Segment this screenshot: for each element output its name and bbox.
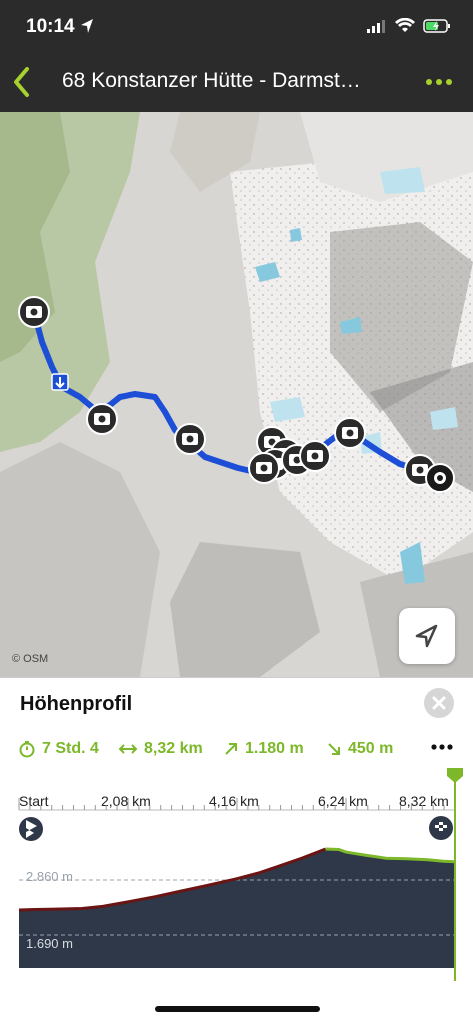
- waypoint-markers: [18, 296, 455, 493]
- home-indicator: [155, 1006, 320, 1012]
- camera-marker-9[interactable]: [299, 440, 331, 472]
- page-title: 68 Konstanzer Hütte - Darmst…: [62, 69, 361, 92]
- ascent-stat: 1.180 m: [223, 740, 304, 758]
- distance-arrows-icon: [118, 744, 138, 754]
- camera-marker-10[interactable]: [334, 417, 366, 449]
- position-cursor-handle[interactable]: [447, 768, 463, 783]
- elevation-panel: Höhenprofil 7 Std. 4 8,32 km 1.180 m 450…: [0, 677, 473, 1024]
- panel-title: Höhenprofil: [20, 693, 133, 715]
- descent-stat: 450 m: [326, 740, 393, 758]
- more-options-icon[interactable]: [423, 70, 455, 94]
- status-time: 10:14: [26, 16, 75, 37]
- map-view[interactable]: © OSM: [0, 112, 473, 677]
- ascent-arrow-icon: [225, 743, 237, 755]
- duration-stat: 7 Std. 4: [18, 740, 99, 758]
- elevation-high-label: 2.860 m: [26, 869, 73, 884]
- back-chevron-icon[interactable]: [8, 64, 38, 100]
- distance-stat: 8,32 km: [118, 740, 203, 758]
- stopwatch-icon: [19, 741, 35, 758]
- ascent-value: 1.180 m: [245, 740, 304, 757]
- tour-stats: 7 Std. 4 8,32 km 1.180 m 450 m: [18, 740, 458, 762]
- duration-value: 7 Std. 4: [42, 740, 99, 757]
- status-bar: 10:14: [0, 0, 473, 52]
- location-arrow-icon: [80, 18, 94, 39]
- route-end-marker[interactable]: [425, 463, 455, 493]
- descent-arrow-icon: [328, 743, 340, 755]
- camera-marker-1[interactable]: [18, 296, 50, 328]
- distance-value: 8,32 km: [144, 740, 203, 757]
- locate-me-button[interactable]: [399, 608, 455, 664]
- navigation-arrow-icon: [415, 624, 438, 648]
- close-button[interactable]: [424, 688, 454, 718]
- elevation-low-label: 1.690 m: [26, 936, 73, 951]
- wifi-icon: [395, 17, 415, 38]
- camera-marker-7[interactable]: [248, 452, 280, 484]
- route-direction-marker: [51, 373, 69, 391]
- camera-marker-3[interactable]: [174, 423, 206, 455]
- descent-value: 450 m: [348, 740, 394, 757]
- finish-flag-icon: [429, 816, 453, 840]
- start-play-icon[interactable]: [19, 817, 43, 841]
- nav-bar: 68 Konstanzer Hütte - Darmst…: [0, 52, 473, 112]
- battery-icon: [423, 18, 451, 38]
- close-icon: [432, 696, 446, 710]
- map-attribution[interactable]: © OSM: [12, 653, 48, 665]
- camera-marker-2[interactable]: [86, 403, 118, 435]
- signal-icon: [367, 19, 387, 38]
- stats-more-icon[interactable]: [428, 736, 456, 758]
